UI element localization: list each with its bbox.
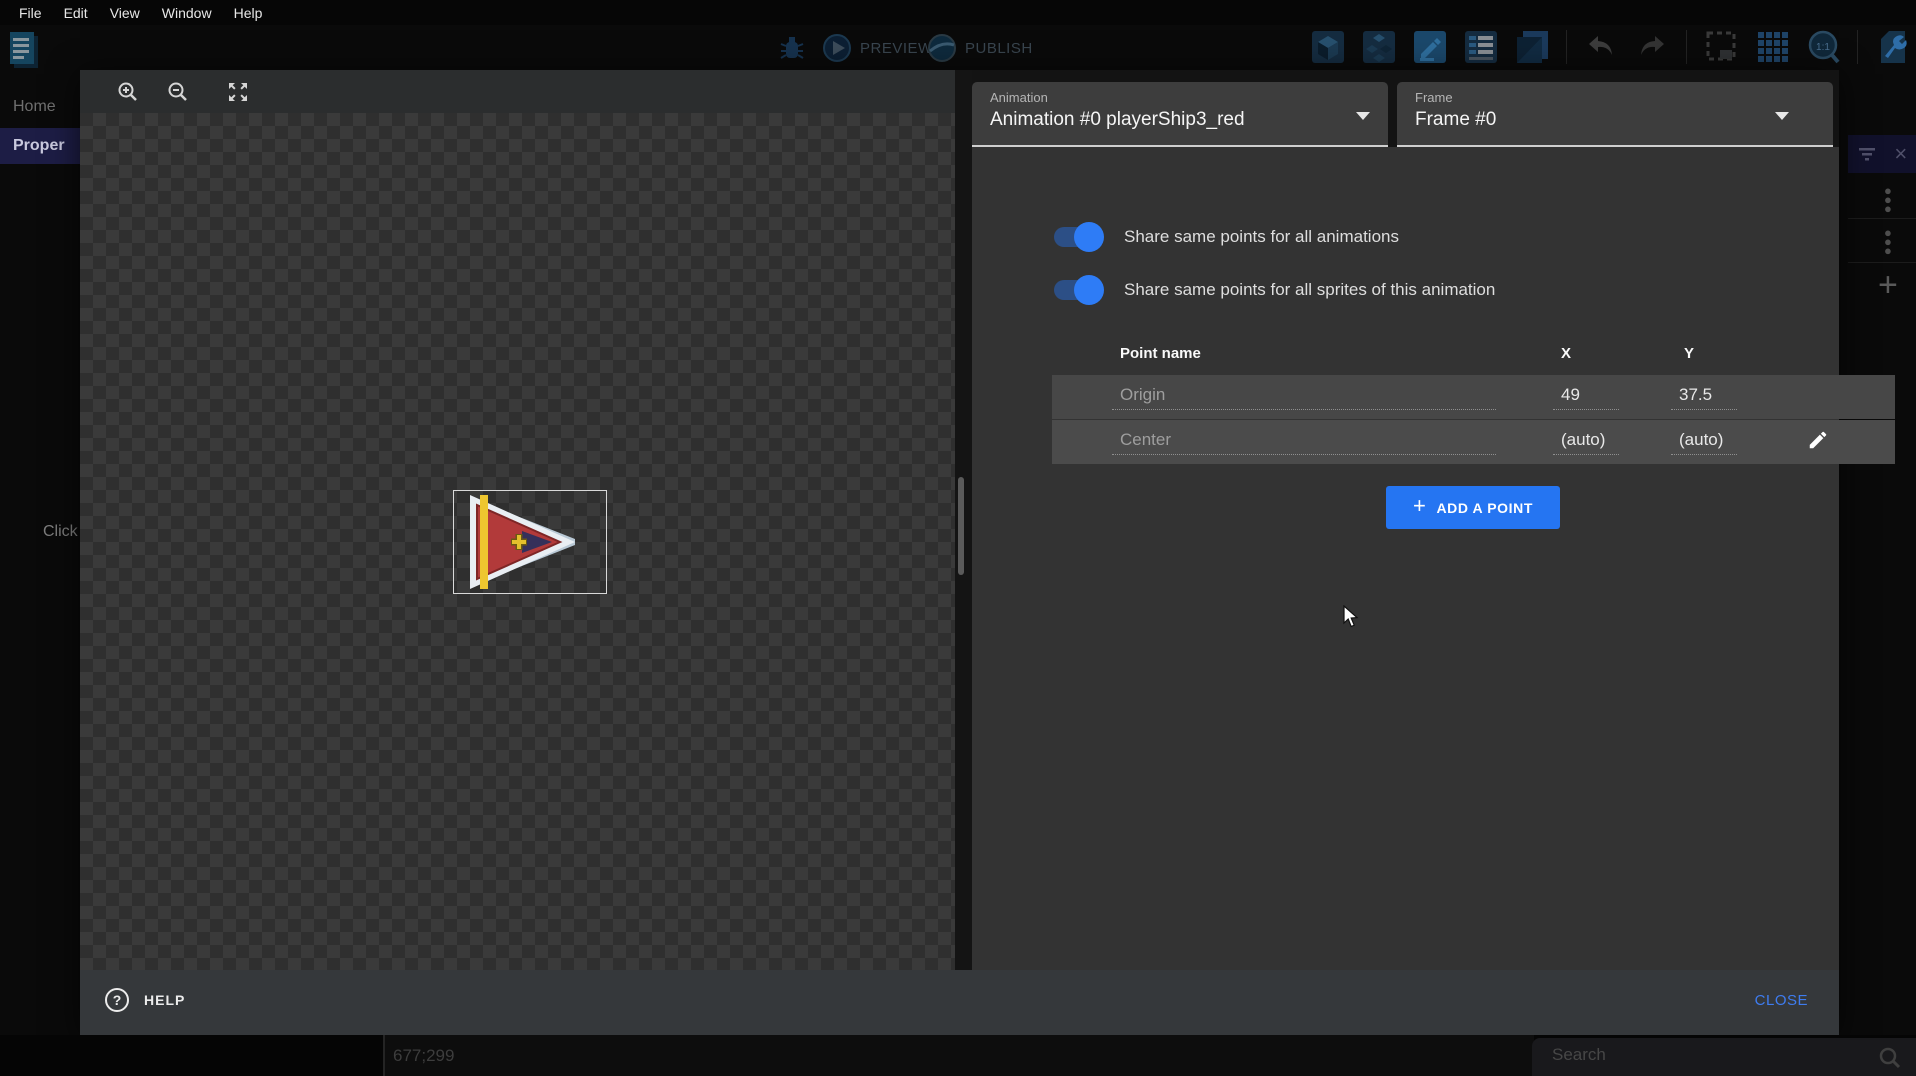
redo-icon[interactable] <box>1635 28 1669 66</box>
edit-scene-icon[interactable] <box>1413 28 1447 66</box>
editor-toolbar-icons: 1:1 <box>1311 28 1909 66</box>
toggle-label: Share same points for all sprites of thi… <box>1124 280 1495 300</box>
zoom-original-icon[interactable]: 1:1 <box>1806 28 1840 66</box>
filter-icon[interactable] <box>1857 146 1877 162</box>
object-groups-icon[interactable] <box>1362 28 1396 66</box>
sprite-selection-box[interactable] <box>453 490 607 594</box>
animation-select[interactable]: Animation Animation #0 playerShip3_red <box>972 82 1388 147</box>
preview-button[interactable]: PREVIEW <box>822 33 933 63</box>
row-divider <box>1848 218 1916 219</box>
selection-mask-icon[interactable] <box>1704 28 1738 66</box>
cursor-coordinates: 677;299 <box>393 1046 454 1066</box>
chevron-down-icon <box>1356 112 1370 120</box>
toolbar-separator <box>1686 30 1687 64</box>
layers-icon[interactable] <box>1515 28 1549 66</box>
point-row-center[interactable]: Center (auto) (auto) <box>1052 420 1895 464</box>
tab-home[interactable]: Home <box>13 98 56 116</box>
frame-select[interactable]: Frame Frame #0 <box>1397 82 1833 147</box>
svg-text:?: ? <box>113 992 122 1008</box>
publish-label: PUBLISH <box>965 40 1033 57</box>
point-name-field: Origin <box>1112 385 1496 410</box>
search-icon <box>1878 1046 1902 1070</box>
point-row-origin[interactable]: Origin 49 37.5 <box>1052 375 1895 419</box>
add-object-icon[interactable]: + <box>1878 266 1898 305</box>
panel-body: Share same points for all animations Sha… <box>972 147 1839 970</box>
add-a-point-button[interactable]: + ADD A POINT <box>1386 486 1560 529</box>
globe-icon <box>927 33 957 63</box>
zoom-in-icon[interactable] <box>114 78 142 106</box>
menu-file[interactable]: File <box>8 5 53 21</box>
plus-icon: + <box>1413 493 1426 519</box>
menu-bar: File Edit View Window Help <box>0 0 1916 25</box>
menu-view[interactable]: View <box>99 5 151 21</box>
column-header-name: Point name <box>1120 345 1201 362</box>
events-list-icon[interactable] <box>1464 28 1498 66</box>
tab-properties[interactable]: Proper <box>0 128 80 164</box>
play-icon <box>822 33 852 63</box>
help-button[interactable]: ? HELP <box>104 987 185 1013</box>
animation-select-value: Animation #0 playerShip3_red <box>990 109 1245 131</box>
edit-points-dialog: Animation Animation #0 playerShip3_red F… <box>80 70 1839 1035</box>
column-header-x: X <box>1561 345 1571 362</box>
row-divider <box>1848 262 1916 263</box>
toolbar-separator <box>1566 30 1567 64</box>
point-y-field[interactable]: (auto) <box>1671 430 1737 455</box>
svg-text:1:1: 1:1 <box>1816 42 1830 53</box>
status-bar: 677;299 <box>0 1035 1916 1076</box>
toggle-switch[interactable] <box>1054 227 1098 247</box>
fit-to-screen-icon[interactable] <box>224 78 252 106</box>
tab-home-label: Home <box>13 98 56 115</box>
point-x-field[interactable]: (auto) <box>1553 430 1619 455</box>
toggle-label: Share same points for all animations <box>1124 227 1399 247</box>
chevron-down-icon <box>1775 112 1789 120</box>
setup-wrench-icon[interactable] <box>1875 28 1909 66</box>
objects-panel-header: × <box>1848 135 1916 173</box>
menu-window[interactable]: Window <box>151 5 223 21</box>
frame-select-label: Frame <box>1415 90 1453 105</box>
share-points-sprites-toggle[interactable]: Share same points for all sprites of thi… <box>1054 280 1495 300</box>
point-y-field[interactable]: 37.5 <box>1671 385 1737 410</box>
object-row-menu-icon[interactable]: ●●● <box>1884 228 1892 255</box>
add-a-point-label: ADD A POINT <box>1436 500 1533 516</box>
project-manager-icon[interactable] <box>8 30 42 77</box>
sprite-playership3-red <box>454 491 606 593</box>
help-label: HELP <box>144 992 185 1008</box>
toggle-switch[interactable] <box>1054 280 1098 300</box>
grid-icon[interactable] <box>1755 28 1789 66</box>
share-points-animations-toggle[interactable]: Share same points for all animations <box>1054 227 1399 247</box>
menu-help[interactable]: Help <box>223 5 274 21</box>
point-x-field[interactable]: 49 <box>1553 385 1619 410</box>
panel-header: Animation Animation #0 playerShip3_red F… <box>972 70 1839 147</box>
properties-hint-label: Click <box>43 523 78 540</box>
panel-close-icon[interactable]: × <box>1894 141 1907 167</box>
point-name-field: Center <box>1112 430 1496 455</box>
object-row-menu-icon[interactable]: ●●● <box>1884 186 1892 213</box>
search-bar <box>1532 1038 1916 1076</box>
object-icon[interactable] <box>1311 28 1345 66</box>
properties-hint-text: Click <box>43 523 80 541</box>
zoom-out-icon[interactable] <box>164 78 192 106</box>
edit-point-icon[interactable] <box>1807 429 1829 451</box>
dialog-footer: ? HELP CLOSE <box>80 970 1839 1035</box>
undo-icon[interactable] <box>1584 28 1618 66</box>
animation-select-label: Animation <box>990 90 1048 105</box>
debug-icon[interactable] <box>777 34 807 69</box>
mouse-cursor <box>1342 605 1362 629</box>
help-icon: ? <box>104 987 130 1013</box>
frame-select-value: Frame #0 <box>1415 109 1496 131</box>
column-header-y: Y <box>1684 345 1694 362</box>
tab-properties-label: Proper <box>13 137 65 155</box>
canvas-toolbar <box>80 70 955 113</box>
canvas-scrollbar-thumb[interactable] <box>958 477 964 575</box>
scene-status-area: 677;299 <box>383 1035 1534 1076</box>
preview-label: PREVIEW <box>860 40 933 57</box>
search-input[interactable] <box>1550 1044 1854 1066</box>
toolbar-separator <box>1857 30 1858 64</box>
close-button[interactable]: CLOSE <box>1755 992 1808 1009</box>
publish-button[interactable]: PUBLISH <box>927 33 1033 63</box>
menu-edit[interactable]: Edit <box>53 5 99 21</box>
